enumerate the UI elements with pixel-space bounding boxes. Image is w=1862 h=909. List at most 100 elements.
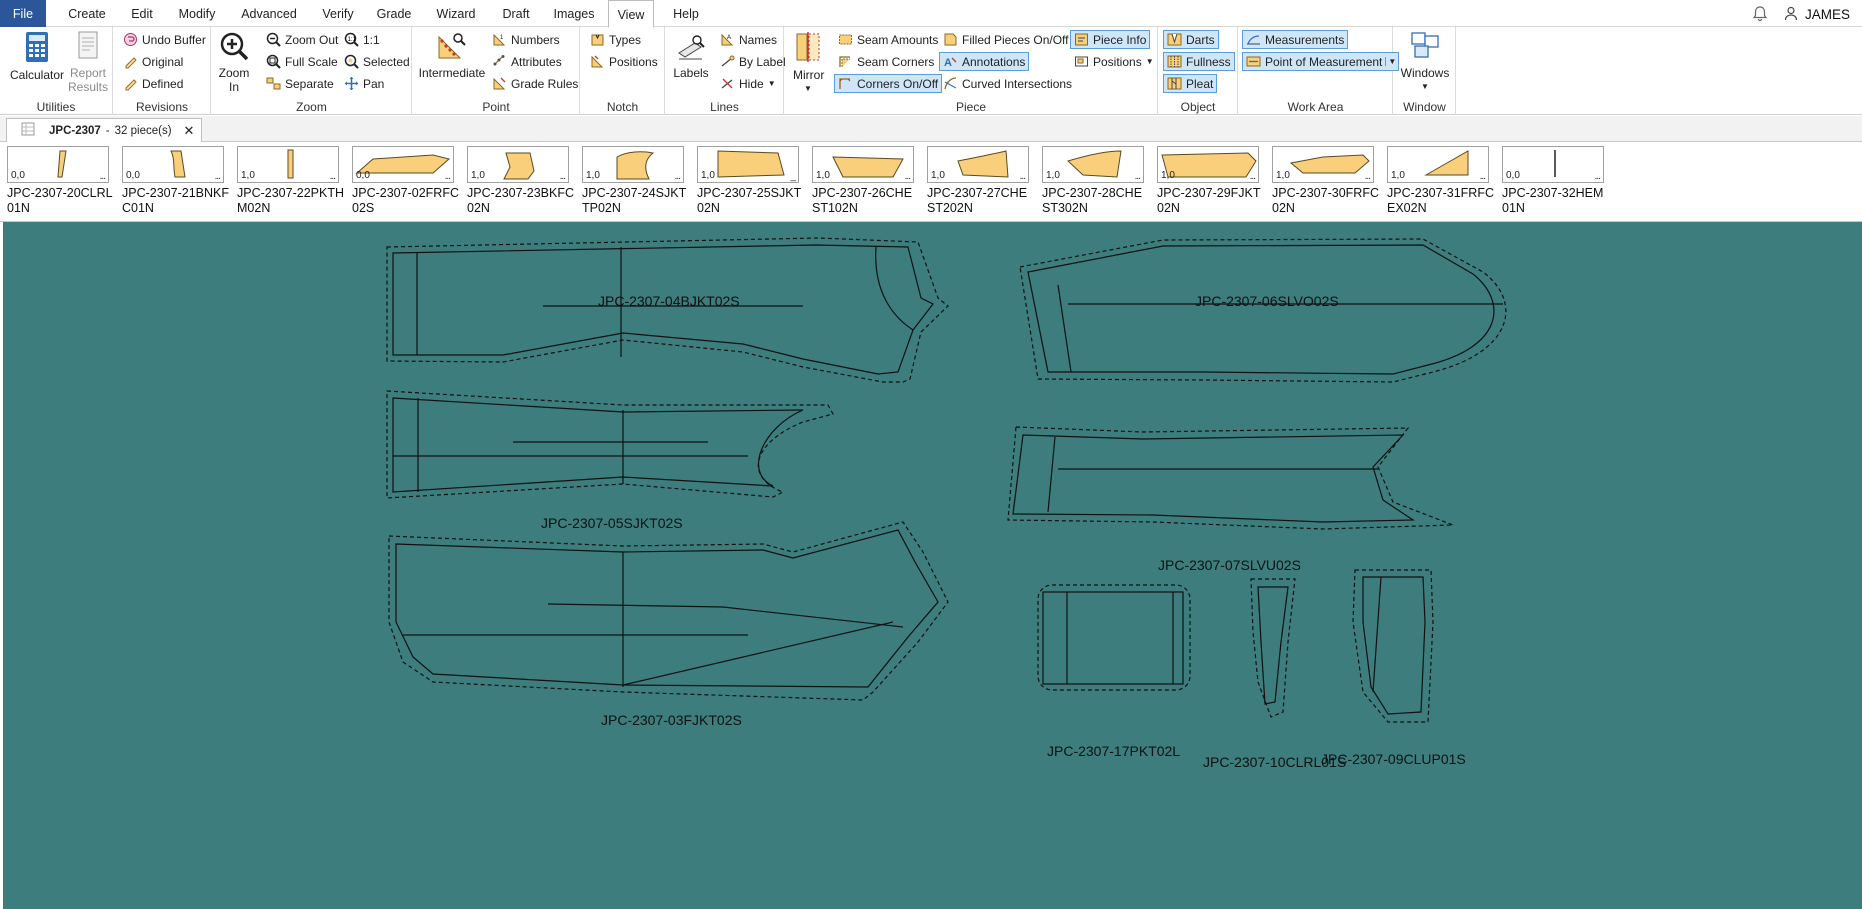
piece-thumbnail[interactable]: 1,0... JPC-2307-24SJKTTP02N [580, 145, 692, 221]
piece-thumbnail-image[interactable]: 1,0... [1042, 146, 1144, 183]
line-names-button[interactable]: A Names [716, 30, 781, 49]
piece-thumbnail[interactable]: 0,0... JPC-2307-02FRFC02S [350, 145, 462, 221]
piece-thumbnail[interactable]: 0,0... JPC-2307-20CLRL01N [5, 145, 117, 221]
bell-icon[interactable] [1752, 5, 1768, 25]
menu-view[interactable]: View [608, 0, 654, 28]
piece-thumbnail-menu[interactable]: ... [1250, 171, 1256, 182]
zoom-in-button[interactable]: Zoom In [216, 31, 252, 94]
piece-thumbnail[interactable]: 1,0... JPC-2307-29FJKT02N [1155, 145, 1267, 221]
mirror-button[interactable]: Mirror ▼ [793, 31, 824, 96]
work-area-canvas[interactable]: JPC-2307-04BJKT02S JPC-2307-06SLVO02S JPC-… [0, 222, 1862, 909]
piece-info-button[interactable]: Piece Info [1070, 30, 1151, 49]
piece-thumbnail-image[interactable]: 0,0... [122, 146, 224, 183]
piece-thumbnail[interactable]: 0,0... JPC-2307-32HEM01N [1500, 145, 1612, 221]
separate-button[interactable]: Separate [262, 74, 338, 93]
full-scale-button[interactable]: Full Scale [262, 52, 342, 71]
piece-thumbnail-menu[interactable]: ... [1595, 171, 1601, 182]
annotations-button[interactable]: A Annotations [939, 52, 1030, 71]
piece-positions-button[interactable]: Positions ▼ [1070, 52, 1158, 71]
pattern-piece-front-jacket[interactable] [388, 521, 949, 701]
piece-thumbnail-image[interactable]: 1,0... [1387, 146, 1489, 183]
user-icon[interactable] [1784, 6, 1798, 24]
pleat-button[interactable]: Pleat [1163, 74, 1218, 93]
intermediate-button[interactable]: Intermediate [417, 31, 487, 80]
pattern-piece-collar-lower[interactable] [1250, 578, 1296, 718]
piece-thumbnail[interactable]: 1,0... JPC-2307-22PKTHM02N [235, 145, 347, 221]
defined-button[interactable]: Defined [119, 74, 187, 93]
piece-thumbnail-image[interactable]: 1,0 _ [697, 146, 799, 183]
pattern-piece-back-jacket[interactable] [386, 237, 949, 383]
piece-thumbnail-menu[interactable]: ... [1480, 171, 1486, 182]
piece-thumbnail-image[interactable]: 1,0... [812, 146, 914, 183]
calculator-button[interactable]: Calculator [6, 31, 68, 82]
piece-thumbnail-menu[interactable]: ... [560, 171, 566, 182]
menu-file[interactable]: File [0, 0, 46, 27]
pattern-piece-collar-upper[interactable] [1352, 569, 1434, 723]
line-labels-button[interactable]: Labels [670, 33, 712, 80]
zoom-out-button[interactable]: Zoom Out [262, 30, 342, 49]
one-to-one-button[interactable]: 1:1 1:1 [340, 30, 384, 49]
notch-types-button[interactable]: Types [586, 30, 645, 49]
grade-rules-button[interactable]: Grade Rules [488, 74, 582, 93]
fullness-button[interactable]: Fullness [1163, 52, 1235, 71]
piece-thumbnail-image[interactable]: 1,0... [237, 146, 339, 183]
piece-thumbnail[interactable]: 1,0... JPC-2307-27CHEST202N [925, 145, 1037, 221]
windows-button[interactable]: Windows ▼ [1400, 31, 1450, 94]
curved-intersections-button[interactable]: Curved Intersections [939, 74, 1076, 93]
menu-draft[interactable]: Draft [494, 0, 538, 27]
pattern-piece-sleeve-outer[interactable] [1019, 238, 1507, 383]
point-of-measurement-button[interactable]: Point of Measurement ▼ [1242, 52, 1400, 71]
piece-thumbnail-menu[interactable]: ... [675, 171, 681, 182]
piece-thumbnail-image[interactable]: 1,0... [1157, 146, 1259, 183]
menu-advanced[interactable]: Advanced [234, 0, 304, 27]
piece-thumbnail[interactable]: 1,0 _ JPC-2307-25SJKT02N [695, 145, 807, 221]
by-label-button[interactable]: By Label [716, 52, 790, 71]
menu-verify[interactable]: Verify [315, 0, 361, 27]
attributes-button[interactable]: Attributes [488, 52, 566, 71]
piece-thumbnail-image[interactable]: 0,0... [352, 146, 454, 183]
piece-thumbnail-image[interactable]: 1,0... [1272, 146, 1374, 183]
report-results-button[interactable]: Report Results [64, 31, 112, 94]
piece-thumbnail[interactable]: 1,0... JPC-2307-23BKFC02N [465, 145, 577, 221]
menu-grade[interactable]: Grade [371, 0, 417, 27]
piece-thumbnail-menu[interactable]: ... [330, 171, 336, 182]
piece-thumbnail[interactable]: 1,0... JPC-2307-26CHEST102N [810, 145, 922, 221]
piece-thumbnail-menu[interactable]: ... [1365, 171, 1371, 182]
piece-thumbnail-image[interactable]: 1,0... [927, 146, 1029, 183]
piece-thumbnail[interactable]: 1,0... JPC-2307-31FRFCEX02N [1385, 145, 1497, 221]
piece-thumbnail-image[interactable]: 0,0... [1502, 146, 1604, 183]
seam-amounts-button[interactable]: Seam Amounts [834, 30, 942, 49]
piece-thumbnail-menu[interactable]: ... [1135, 171, 1141, 182]
corners-on-off-button[interactable]: Corners On/Off [834, 74, 943, 93]
piece-thumbnail-menu[interactable]: ... [100, 171, 106, 182]
menu-modify[interactable]: Modify [171, 0, 223, 27]
darts-button[interactable]: Darts [1163, 30, 1219, 49]
hide-lines-button[interactable]: Hide ▼ [716, 74, 780, 93]
original-button[interactable]: Original [119, 52, 187, 71]
piece-thumbnail-menu[interactable]: ... [215, 171, 221, 182]
piece-thumbnail-image[interactable]: 0,0... [7, 146, 109, 183]
user-name[interactable]: JAMES [1805, 0, 1850, 30]
filled-pieces-button[interactable]: Filled Pieces On/Off [939, 30, 1073, 49]
undo-buffer-button[interactable]: Undo Buffer [119, 30, 210, 49]
seam-corners-button[interactable]: Seam Corners [834, 52, 938, 71]
notch-positions-button[interactable]: Positions [586, 52, 662, 71]
menu-create[interactable]: Create [62, 0, 112, 27]
measurements-button[interactable]: Measurements [1242, 30, 1349, 49]
pattern-piece-side-jacket[interactable] [386, 390, 834, 499]
menu-edit[interactable]: Edit [124, 0, 160, 27]
pattern-piece-pocket[interactable] [1037, 584, 1191, 691]
document-tab[interactable]: JPC-2307 - 32 piece(s) ✕ [6, 118, 202, 142]
piece-thumbnail-menu[interactable]: ... [905, 171, 911, 182]
piece-thumbnail[interactable]: 1,0... JPC-2307-30FRFC02N [1270, 145, 1382, 221]
pattern-piece-sleeve-under[interactable] [1007, 426, 1454, 530]
piece-thumbnail-menu[interactable]: ... [445, 171, 451, 182]
numbers-button[interactable]: 1 Numbers [488, 30, 564, 49]
piece-thumbnail[interactable]: 0,0... JPC-2307-21BNKFC01N [120, 145, 232, 221]
menu-wizard[interactable]: Wizard [428, 0, 484, 27]
piece-thumbnail-image[interactable]: 1,0... [582, 146, 684, 183]
piece-thumbnail[interactable]: 1,0... JPC-2307-28CHEST302N [1040, 145, 1152, 221]
piece-thumbnail-menu[interactable]: _ [790, 171, 795, 182]
zoom-selected-button[interactable]: Selected [340, 52, 414, 71]
menu-help[interactable]: Help [664, 0, 708, 27]
